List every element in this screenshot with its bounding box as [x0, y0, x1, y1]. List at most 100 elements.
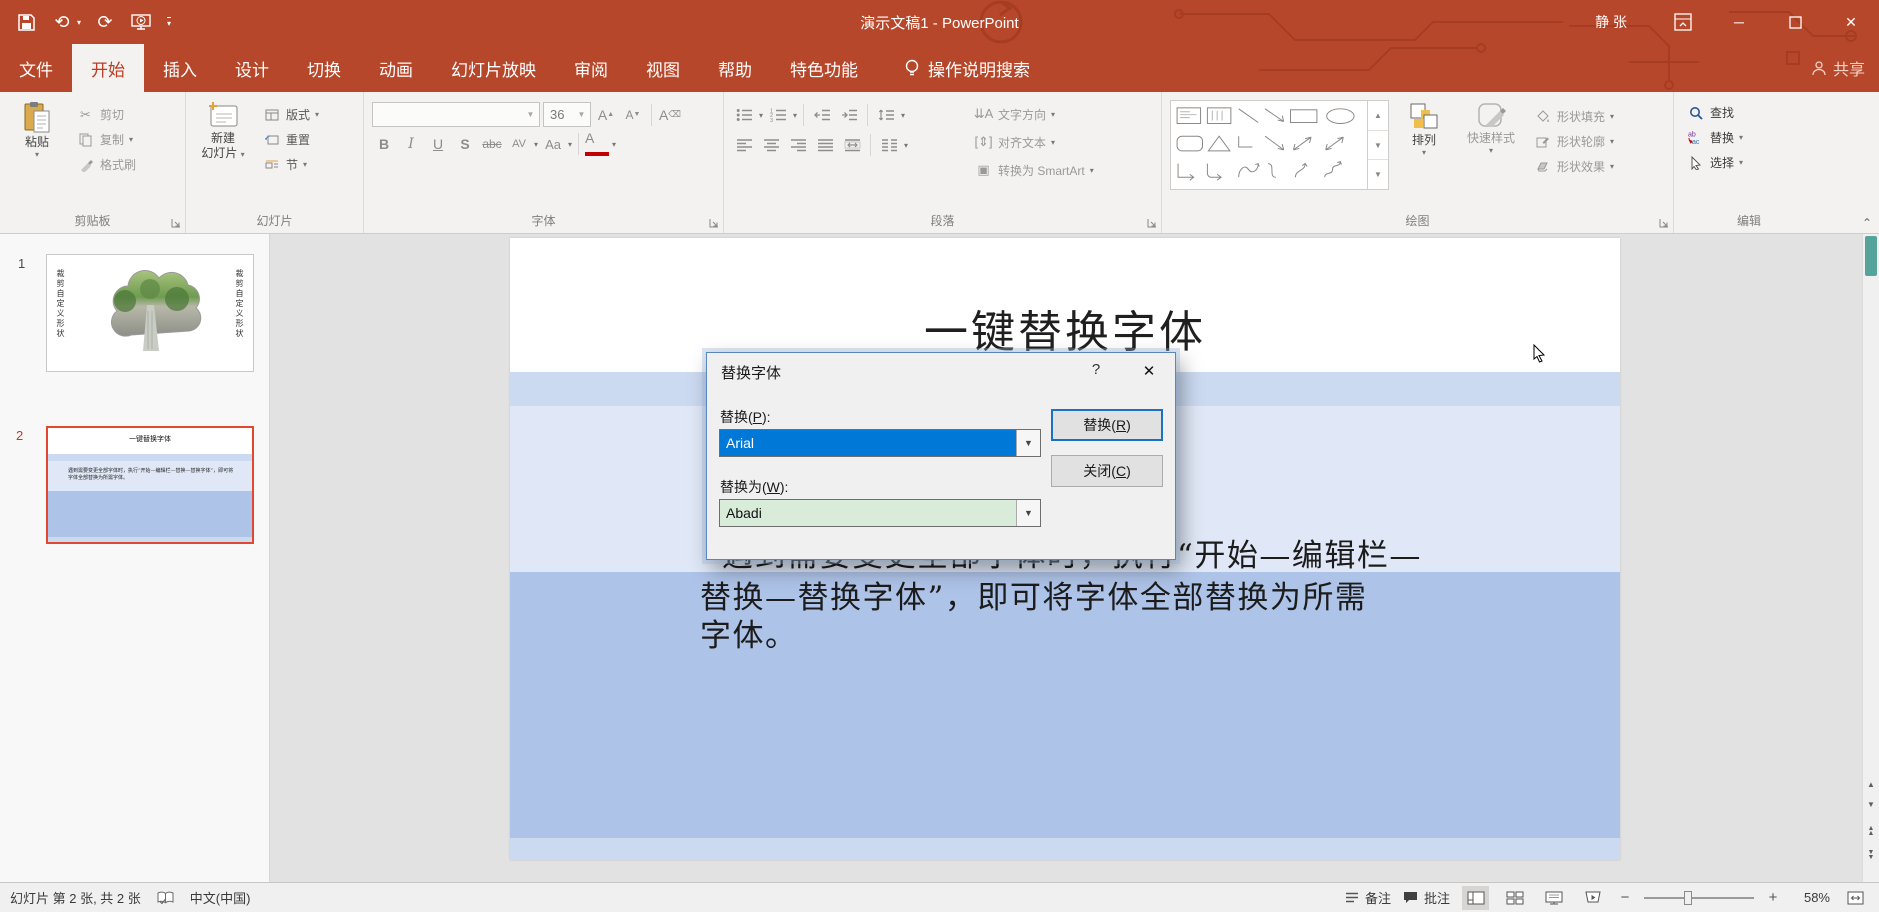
shape-fill-button[interactable]: 形状填充 ▾ [1529, 104, 1618, 129]
zoom-slider-thumb[interactable] [1684, 890, 1692, 905]
text-direction-button[interactable]: ⇊A 文字方向 ▾ [974, 103, 1094, 125]
align-right-button[interactable] [786, 133, 810, 157]
numbering-button[interactable]: 123 [766, 103, 790, 127]
scroll-up-button[interactable]: ▲ [1863, 780, 1879, 789]
layout-button[interactable]: 版式 ▾ [258, 102, 323, 127]
replace-font-combobox[interactable]: Arial ▼ [719, 429, 1041, 457]
tab-slideshow[interactable]: 幻灯片放映 [432, 44, 555, 92]
dialog-close-button[interactable]: ✕ [1135, 359, 1163, 383]
collapse-ribbon-button[interactable]: ⌃ [1862, 216, 1872, 230]
underline-button[interactable]: U [426, 132, 450, 156]
scroll-down-button[interactable]: ▼ [1863, 800, 1879, 809]
align-left-button[interactable] [732, 133, 756, 157]
tab-animations[interactable]: 动画 [360, 44, 432, 92]
share-button[interactable]: 共享 [1812, 44, 1865, 92]
section-button[interactable]: 节 ▾ [258, 152, 323, 177]
undo-dropdown-caret[interactable]: ▾ [77, 18, 81, 27]
vertical-scrollbar[interactable]: ▲ ▼ ▲ ▲ ▼ ▼ [1862, 234, 1879, 882]
with-font-combobox[interactable]: Abadi ▼ [719, 499, 1041, 527]
start-slideshow-button[interactable] [129, 9, 153, 35]
tab-view[interactable]: 视图 [627, 44, 699, 92]
paragraph-dialog-launcher[interactable] [1147, 218, 1157, 228]
notes-button[interactable]: 备注 [1345, 888, 1391, 907]
new-slide-button[interactable]: 新建 幻灯片 ▾ [194, 98, 252, 211]
shape-effects-button[interactable]: 形状效果 ▾ [1529, 154, 1618, 179]
next-slide-button[interactable]: ▼ ▼ [1863, 849, 1879, 861]
select-button[interactable]: 选择 ▾ [1682, 150, 1747, 175]
ribbon-display-options-button[interactable] [1655, 0, 1711, 44]
comments-button[interactable]: 批注 [1403, 888, 1450, 907]
bullets-button[interactable] [732, 103, 756, 127]
replace-confirm-button[interactable]: 替换(R) [1051, 409, 1163, 441]
increase-indent-button[interactable] [837, 103, 861, 127]
slide-counter[interactable]: 幻灯片 第 2 张, 共 2 张 [10, 888, 141, 907]
close-button[interactable]: ✕ [1823, 0, 1879, 44]
replace-font-dialog[interactable]: 替换字体 ? ✕ 替换(P): Arial ▼ 替换为(W): Abadi ▼ … [706, 352, 1176, 560]
cut-button[interactable]: ✂ 剪切 [72, 102, 140, 127]
tab-design[interactable]: 设计 [216, 44, 288, 92]
font-name-combobox[interactable]: ▼ [372, 102, 540, 127]
tab-special-features[interactable]: 特色功能 [771, 44, 877, 92]
clipboard-dialog-launcher[interactable] [171, 218, 181, 228]
zoom-slider[interactable] [1644, 890, 1754, 905]
decrease-font-size-button[interactable]: A ▼ [621, 103, 645, 127]
tab-home[interactable]: 开始 [72, 44, 144, 92]
shapes-scroll-up[interactable]: ▲ [1368, 101, 1388, 131]
previous-slide-button[interactable]: ▲ ▲ [1863, 825, 1879, 837]
scrollbar-thumb[interactable] [1865, 236, 1877, 276]
align-center-button[interactable] [759, 133, 783, 157]
shapes-gallery[interactable] [1170, 100, 1368, 190]
zoom-in-button[interactable]: + [1766, 889, 1780, 906]
slide-title[interactable]: 一键替换字体 [510, 296, 1620, 360]
proofing-status-icon[interactable] [157, 891, 174, 904]
tell-me-search[interactable]: 操作说明搜索 [905, 44, 1030, 92]
bold-button[interactable]: B [372, 132, 396, 156]
text-shadow-button[interactable]: S [453, 132, 477, 156]
customize-qat-button[interactable]: ▾ [167, 16, 172, 28]
redo-button[interactable]: ⟳ [93, 9, 117, 35]
font-size-combobox[interactable]: 36 ▼ [543, 102, 591, 127]
slide-sorter-view-button[interactable] [1501, 886, 1528, 910]
drawing-dialog-launcher[interactable] [1659, 218, 1669, 228]
change-case-button[interactable]: Aa [541, 132, 565, 156]
replace-button[interactable]: ab ac 替换 ▾ [1682, 125, 1747, 150]
justify-button[interactable] [813, 133, 837, 157]
slide-2-thumbnail[interactable]: 一键替换字体 遇到需要变更全部字体时，执行“开始—编辑栏—替换—替换字体”，即可… [46, 426, 254, 544]
clear-formatting-button[interactable]: A ⌫ [658, 103, 682, 127]
undo-button[interactable]: ⟲ [50, 9, 74, 35]
font-color-button[interactable]: A [585, 131, 610, 156]
fit-slide-to-window-button[interactable] [1842, 886, 1869, 910]
italic-button[interactable]: I [399, 132, 423, 156]
copy-button[interactable]: 复制 ▾ [72, 127, 140, 152]
slide-body-line3[interactable]: 字体。 [700, 610, 798, 655]
tab-review[interactable]: 审阅 [555, 44, 627, 92]
tab-file[interactable]: 文件 [0, 44, 72, 92]
zoom-out-button[interactable]: − [1618, 889, 1632, 906]
find-button[interactable]: 查找 [1682, 100, 1747, 125]
arrange-button[interactable]: 排列 ▾ [1395, 98, 1453, 211]
with-font-dropdown[interactable]: ▼ [1016, 500, 1040, 526]
tab-insert[interactable]: 插入 [144, 44, 216, 92]
replace-font-dropdown[interactable]: ▼ [1016, 430, 1040, 456]
convert-smartart-button[interactable]: ▣ 转换为 SmartArt ▾ [974, 159, 1093, 181]
distribute-text-button[interactable] [840, 133, 864, 157]
character-spacing-button[interactable]: AV [507, 132, 531, 156]
zoom-level[interactable]: 58% [1792, 890, 1830, 905]
columns-button[interactable] [877, 133, 901, 157]
dialog-help-button[interactable]: ? [1085, 361, 1107, 378]
slide-body-line2[interactable]: 替换—替换字体”，即可将字体全部替换为所需 [700, 572, 1367, 617]
paste-button[interactable]: 粘贴 ▾ [8, 98, 66, 211]
reading-view-button[interactable] [1540, 886, 1567, 910]
line-spacing-button[interactable] [874, 103, 898, 127]
align-text-button[interactable]: [⇕] 对齐文本 ▾ [974, 131, 1094, 153]
save-button[interactable] [14, 9, 38, 35]
tab-help[interactable]: 帮助 [699, 44, 771, 92]
shape-outline-button[interactable]: 形状轮廓 ▾ [1529, 129, 1618, 154]
normal-view-button[interactable] [1462, 885, 1489, 910]
quick-styles-button[interactable]: 快速样式 ▾ [1459, 98, 1523, 211]
slide-1-thumbnail[interactable]: 裁剪自定义形状 裁剪自定义形状 [46, 254, 254, 372]
slide-thumbnail-panel[interactable]: 1 裁剪自定义形状 裁剪自定义形状 2 一键替换字体 遇到需要变更全部字体时，执… [0, 234, 270, 882]
minimize-button[interactable]: ─ [1711, 0, 1767, 44]
format-painter-button[interactable]: 格式刷 [72, 152, 140, 177]
shapes-scroll-down[interactable]: ▼ [1368, 131, 1388, 161]
